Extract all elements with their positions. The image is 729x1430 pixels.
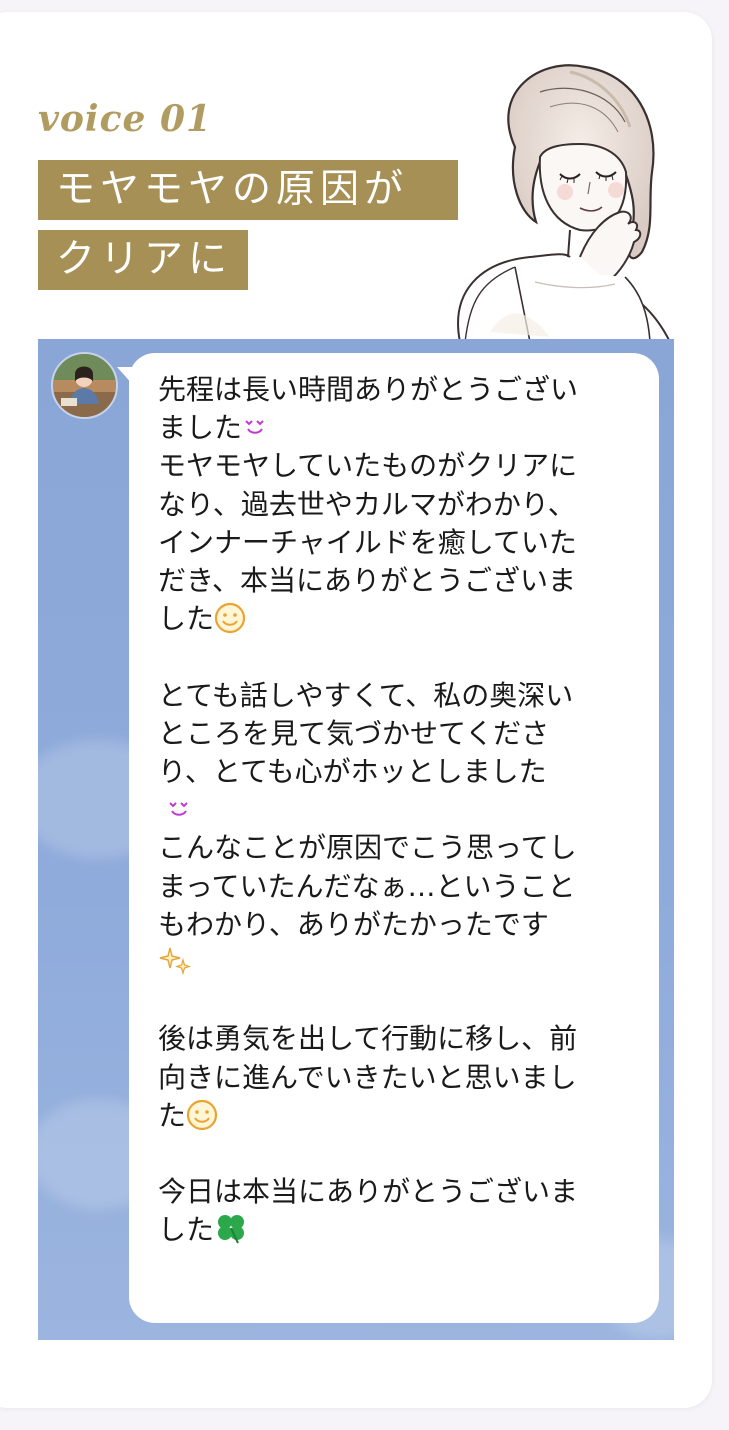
- sender-avatar: [51, 352, 118, 419]
- sparkles-icon: [159, 947, 192, 976]
- voice-number-label: voice 01: [38, 98, 213, 140]
- message-line: 向きに進んでいきたいと思いまし: [158, 1060, 577, 1094]
- testimonial-card: voice 01 モヤモヤの原因が クリアに 先程は長い時間ありがとうござい ま…: [0, 12, 712, 1408]
- chat-screenshot: 先程は長い時間ありがとうござい ました モヤモヤしていたものがクリアに なり、過…: [18, 339, 712, 1340]
- title-line-1: モヤモヤの原因が: [38, 160, 458, 220]
- message-bubble: 先程は長い時間ありがとうござい ました モヤモヤしていたものがクリアに なり、過…: [117, 353, 659, 1323]
- message-line: り、とても心がホッとしました: [158, 755, 547, 789]
- message-line: インナーチャイルドを癒していた: [158, 525, 577, 559]
- message-text: 先程は長い時間ありがとうござい ました モヤモヤしていたものがクリアに なり、過…: [158, 371, 638, 1250]
- message-line: 今日は本当にありがとうございま: [158, 1175, 579, 1209]
- message-line: こんなことが原因でこう思ってし: [158, 831, 577, 865]
- message-line: した: [158, 1213, 215, 1247]
- message-line: なり、過去世やカルマがわかり、: [158, 487, 576, 521]
- message-line: た: [158, 1098, 187, 1132]
- four-leaf-clover-icon: [218, 1215, 245, 1244]
- woman-illustration: [457, 64, 671, 342]
- smiley-face-icon: [186, 1099, 218, 1130]
- smiley-face-icon: [214, 603, 246, 634]
- bubble-tail: [117, 367, 135, 387]
- message-line: ました: [158, 411, 243, 445]
- title-line-2: クリアに: [38, 230, 248, 290]
- smiling-hearts-icon: [245, 420, 264, 434]
- message-line: もわかり、ありがたかったです: [158, 907, 549, 941]
- message-line: とても話しやすくて、私の奥深い: [158, 678, 574, 712]
- message-line: 先程は長い時間ありがとうござい: [158, 373, 579, 406]
- smiling-hearts-icon: [169, 802, 188, 816]
- message-line: ところを見て気づかせてくださ: [158, 716, 550, 750]
- message-line: 後は勇気を出して行動に移し、前: [158, 1022, 578, 1056]
- message-line: モヤモヤしていたものがクリアに: [158, 449, 578, 483]
- message-line: した: [158, 602, 215, 636]
- message-line: だき、本当にありがとうございま: [158, 564, 577, 598]
- message-line: まっていたんだなぁ…ということ: [158, 869, 576, 903]
